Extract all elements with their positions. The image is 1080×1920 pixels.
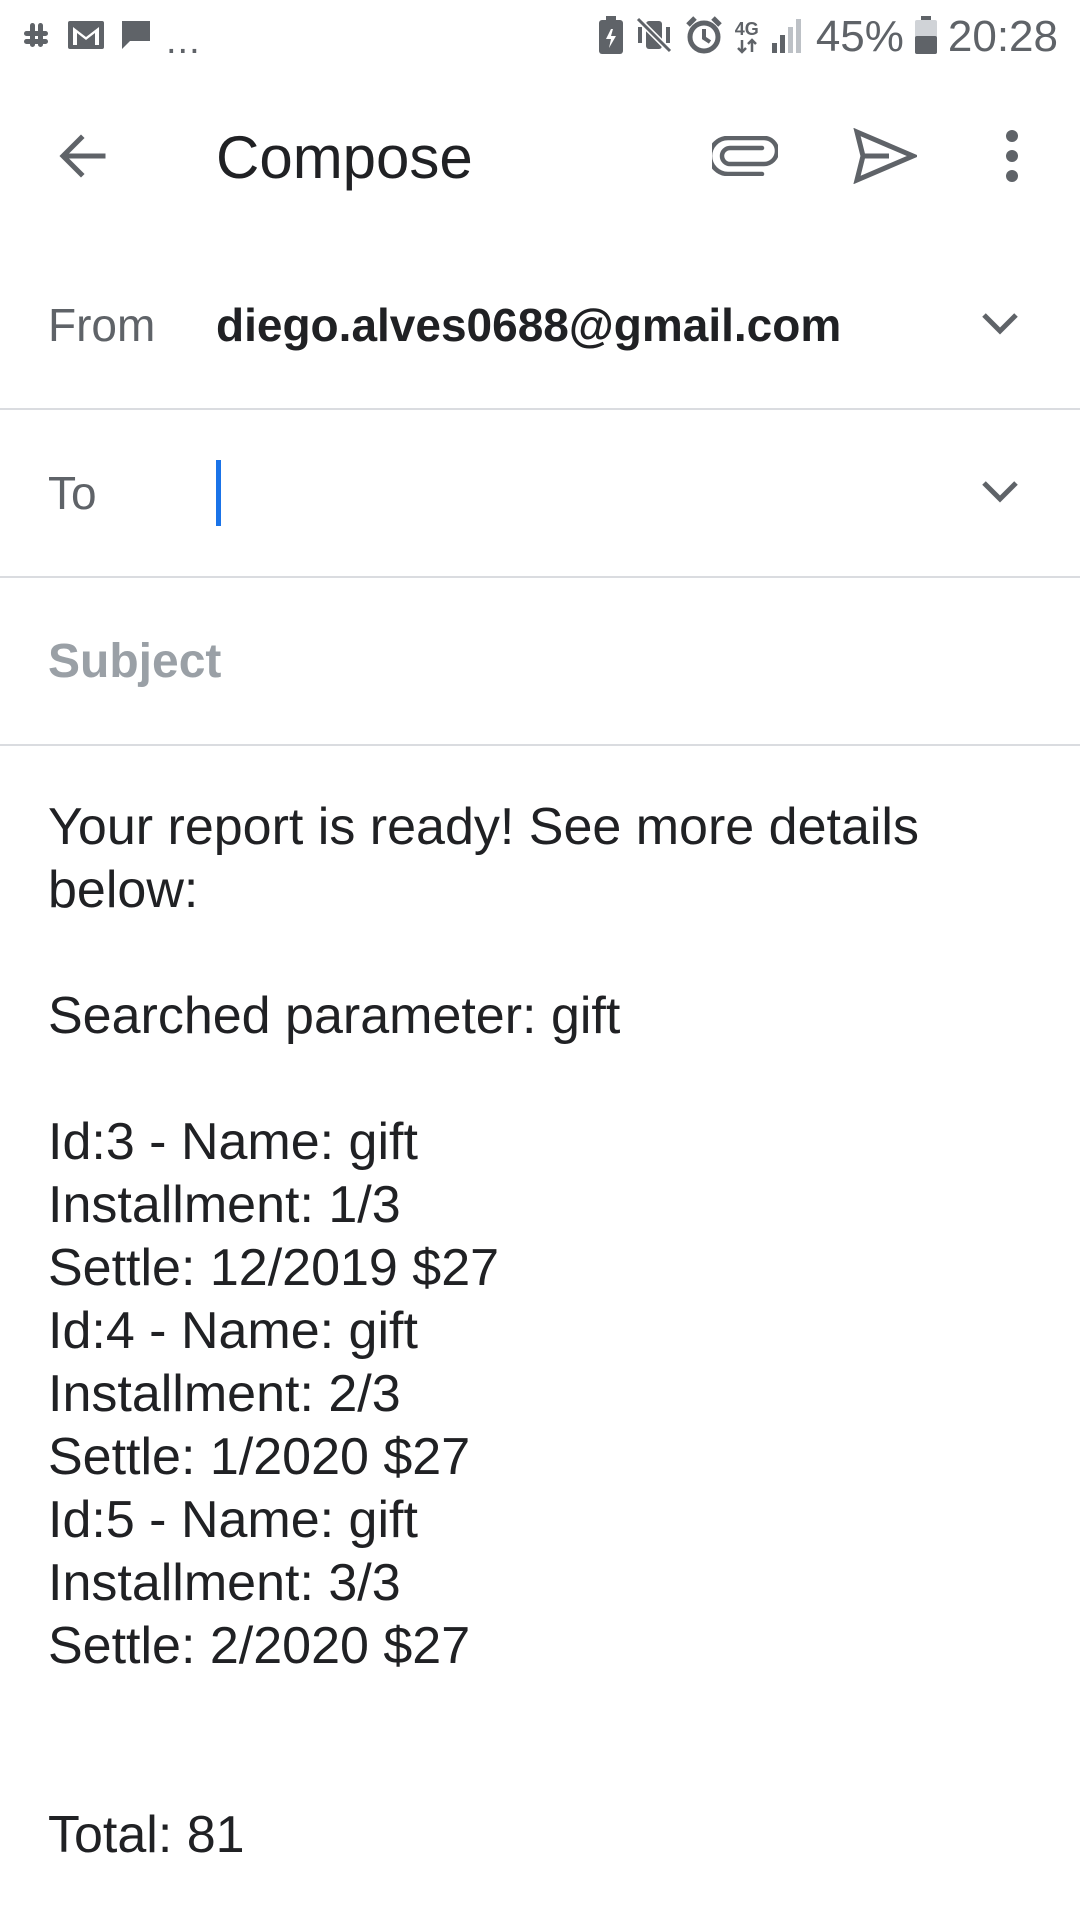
body-line: Installment: 2/3 [48,1365,401,1423]
body-line: Total: 81 [48,1806,245,1864]
subject-row[interactable]: Subject [0,578,1080,746]
battery-saver-icon [598,15,624,60]
send-button[interactable] [840,120,930,196]
notification-icons: ... [18,16,201,62]
body-line [48,1678,1048,1741]
battery-percent: 45% [815,12,904,61]
gmail-icon [66,17,106,58]
body-line: Your report is ready! See more details [48,798,919,856]
from-row: From diego.alves0688@gmail.com [0,242,1080,410]
body-line [48,1741,1048,1804]
body-line [48,1048,1048,1111]
body-line: Settle: 1/2020 $27 [48,1428,471,1486]
to-input[interactable] [216,450,936,536]
body-line: Settle: 12/2019 $27 [48,1239,500,1297]
from-label: From [48,299,156,351]
body-line: Installment: 3/3 [48,1554,401,1612]
to-label: To [48,467,97,519]
chat-bubble-icon [118,17,154,58]
signal-icon [770,15,806,60]
page-title: Compose [216,124,473,191]
more-vert-icon [1002,128,1022,189]
to-row: To [0,410,1080,578]
battery-icon [914,15,938,60]
network-type: 4G [734,19,759,39]
alarm-icon [684,15,724,60]
from-dropdown-button[interactable] [960,285,1040,365]
from-account-value[interactable]: diego.alves0688@gmail.com [216,242,841,408]
back-arrow-icon [55,128,111,189]
body-line: Id:5 - Name: gift [48,1491,418,1549]
chevron-down-icon [980,477,1020,510]
body-line [48,922,1048,985]
more-options-button[interactable] [972,120,1052,196]
attach-button[interactable] [700,120,790,196]
slack-icon [18,17,54,58]
vibrate-icon [634,15,674,60]
status-bar: ... 4G 45% 20:28 [0,0,1080,72]
body-line: Searched parameter: gift [48,987,621,1045]
text-cursor [216,460,221,526]
send-icon [853,127,920,189]
status-overflow: ... [166,20,201,62]
app-bar: Compose [0,80,1080,232]
body-line: Installment: 1/3 [48,1176,401,1234]
clock: 20:28 [947,12,1058,61]
body-line: below: [48,861,199,919]
paperclip-icon [707,135,780,181]
network-icon: 4G [734,20,760,54]
message-body[interactable]: Your report is ready! See more details be… [48,796,1048,1867]
body-line: Id:4 - Name: gift [48,1302,418,1360]
to-dropdown-button[interactable] [960,453,1040,533]
subject-input[interactable]: Subject [48,578,221,744]
body-line: Settle: 2/2020 $27 [48,1617,471,1675]
system-icons: 4G 45% 20:28 [598,10,1058,64]
chevron-down-icon [980,309,1020,342]
body-line: Id:3 - Name: gift [48,1113,418,1171]
back-button[interactable] [38,120,128,196]
